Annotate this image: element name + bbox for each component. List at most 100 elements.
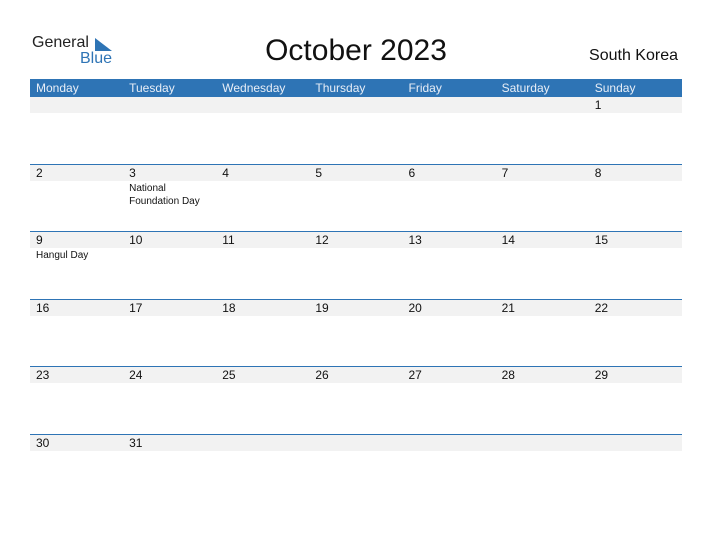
day-number: 14 (501, 233, 515, 248)
weekday-wednesday: Wednesday (222, 81, 286, 95)
holiday-label (30, 113, 123, 114)
day-number: 8 (594, 165, 602, 180)
calendar-week: 1 (30, 97, 682, 164)
day-number: 31 (129, 435, 143, 450)
calendar-week: 23 24 25 26 27 28 29 (30, 366, 682, 434)
day-number (403, 97, 496, 113)
day-number: 23 (36, 368, 50, 383)
day-number (30, 97, 123, 113)
holiday-label (30, 181, 123, 208)
day-number: 6 (408, 165, 416, 180)
week-date-band: 9 10 11 12 13 14 15 (30, 232, 682, 249)
weekday-thursday: Thursday (315, 81, 366, 95)
country-label: South Korea (589, 47, 678, 64)
week-date-band: 23 24 25 26 27 28 29 (30, 367, 682, 384)
day-number: 12 (315, 233, 329, 248)
day-number: 24 (129, 368, 143, 383)
holiday-label: National Foundation Day (129, 182, 200, 207)
holiday-label (496, 451, 589, 452)
day-number (496, 97, 589, 113)
holiday-label (589, 113, 682, 114)
day-number: 13 (408, 233, 422, 248)
day-number (123, 97, 216, 113)
day-number (403, 435, 496, 451)
day-number: 16 (36, 300, 50, 315)
day-number: 20 (408, 300, 422, 315)
weekday-monday: Monday (36, 81, 79, 95)
weekday-saturday: Saturday (501, 81, 550, 95)
day-number: 11 (222, 233, 235, 248)
week-events (30, 316, 682, 317)
holiday-label (496, 248, 589, 262)
holiday-label (589, 248, 682, 262)
holiday-label (309, 248, 402, 262)
holiday-label (216, 316, 309, 317)
day-number: 28 (501, 368, 515, 383)
day-number: 5 (315, 165, 323, 180)
week-date-band: 30 31 (30, 434, 682, 451)
weekday-tuesday: Tuesday (129, 81, 175, 95)
holiday-label (123, 383, 216, 384)
day-number: 21 (501, 300, 515, 315)
day-number: 1 (594, 98, 602, 112)
holiday-label (30, 383, 123, 384)
weekday-header: Monday Tuesday Wednesday Thursday Friday… (30, 79, 682, 97)
holiday-label (589, 383, 682, 384)
week-events: Hangul Day (30, 248, 682, 262)
holiday-label: Hangul Day (36, 250, 89, 262)
day-number: 7 (501, 165, 509, 180)
day-number: 27 (408, 368, 422, 383)
day-number: 30 (36, 435, 50, 450)
week-date-band: 16 17 18 19 20 21 22 (30, 299, 682, 316)
weekday-sunday: Sunday (594, 81, 636, 95)
holiday-label (309, 316, 402, 317)
holiday-label (403, 113, 496, 114)
week-date-band: 1 (30, 97, 682, 113)
holiday-label (403, 316, 496, 317)
day-number: 15 (594, 233, 609, 248)
holiday-label (496, 316, 589, 317)
holiday-label (309, 113, 402, 114)
holiday-label (589, 316, 682, 317)
holiday-label (216, 113, 309, 114)
holiday-label (403, 383, 496, 384)
day-number: 18 (222, 300, 236, 315)
day-number: 9 (36, 233, 43, 248)
week-events (30, 383, 682, 384)
holiday-label (123, 248, 216, 262)
holiday-label (30, 316, 123, 317)
holiday-label (309, 181, 402, 208)
day-number: 22 (594, 300, 609, 315)
day-number (309, 97, 402, 113)
day-number: 17 (129, 300, 143, 315)
holiday-label (216, 181, 309, 208)
holiday-label (123, 451, 216, 452)
holiday-label (496, 113, 589, 114)
holiday-label (123, 316, 216, 317)
week-events (30, 113, 682, 114)
holiday-label (496, 181, 589, 208)
day-number (309, 435, 402, 451)
calendar-week: 16 17 18 19 20 21 22 (30, 298, 682, 367)
calendar-week: 30 31 (30, 433, 682, 502)
day-number: 29 (594, 368, 609, 383)
holiday-label (123, 113, 216, 114)
day-number (216, 97, 309, 113)
holiday-label (589, 451, 682, 452)
calendar-week: 2 3 4 5 6 7 8 National Foundation Day (30, 163, 682, 232)
weeks-container: 1 2 3 4 5 6 7 8 National Foundation Day 9 10 11 12 13… (30, 97, 682, 502)
week-events: National Foundation Day (30, 181, 682, 208)
week-date-band: 2 3 4 5 6 7 8 (30, 164, 682, 181)
weekday-friday: Friday (408, 81, 442, 95)
holiday-label (403, 451, 496, 452)
calendar-week: 9 10 11 12 13 14 15 Hangul Day (30, 231, 682, 299)
holiday-label (403, 248, 496, 262)
day-number (589, 435, 682, 451)
holiday-label (403, 181, 496, 208)
holiday-label (216, 451, 309, 452)
day-number: 19 (315, 300, 329, 315)
day-number: 10 (129, 233, 143, 248)
holiday-label (309, 383, 402, 384)
calendar-grid: Monday Tuesday Wednesday Thursday Friday… (30, 79, 682, 502)
holiday-label (216, 248, 309, 262)
